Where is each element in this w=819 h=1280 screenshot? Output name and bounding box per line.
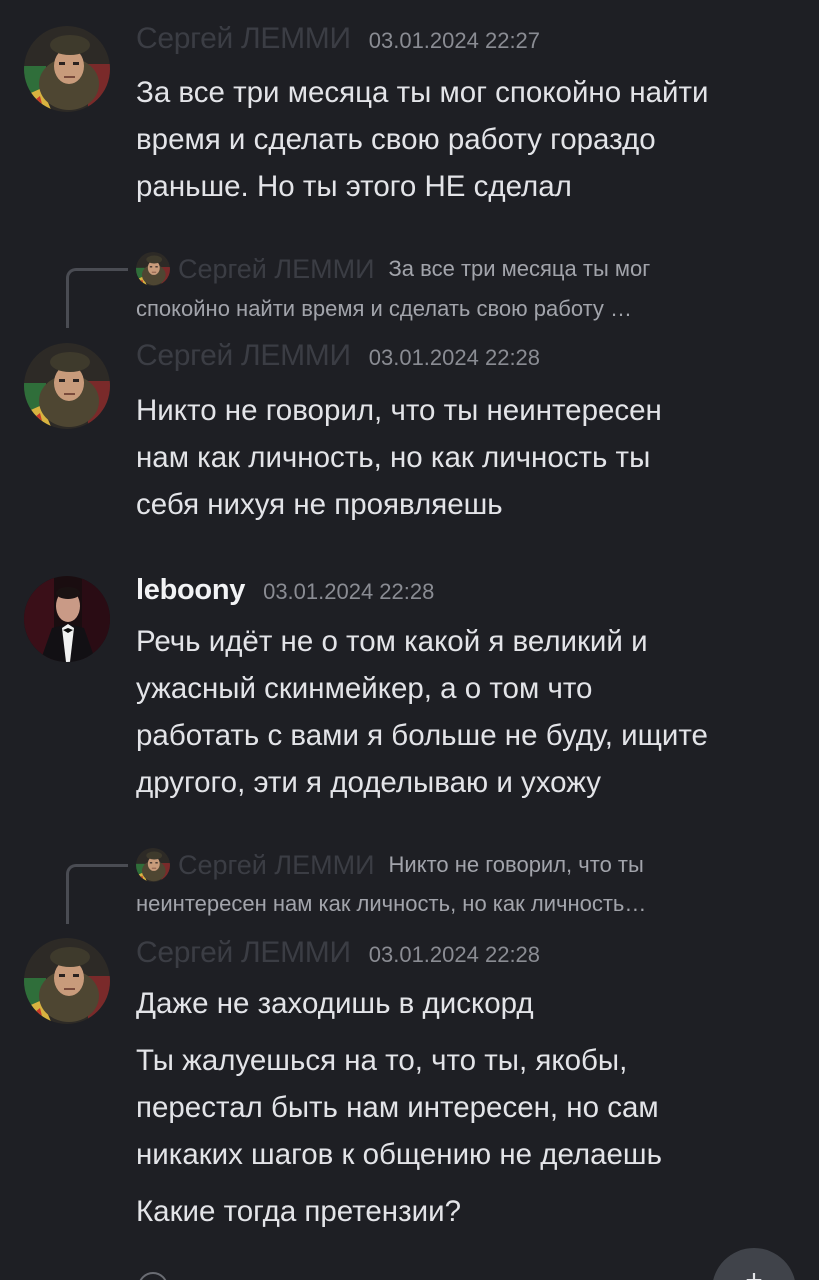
message-body: Какие тогда претензии?: [136, 1188, 806, 1235]
soldier-avatar-icon: [24, 938, 110, 1024]
avatar[interactable]: [24, 26, 110, 112]
message-timestamp: 03.01.2024 22:28: [263, 579, 435, 604]
message-body: Ты жалуешься на то, что ты, якобы, перес…: [136, 1037, 806, 1178]
message-line: За все три месяца ты мог спокойно найти: [136, 76, 709, 109]
soldier-avatar-icon: [136, 252, 170, 286]
reply-connector: [66, 268, 128, 328]
message-line: другого, эти я доделываю и ухожу: [136, 766, 602, 799]
message-line: Какие тогда претензии?: [136, 1195, 461, 1228]
reply-snippet: Никто не говорил, что ты: [388, 852, 644, 877]
reply-author: Сергей ЛЕММИ: [178, 253, 375, 284]
reply-snippet-continued: спокойно найти время и сделать свою рабо…: [136, 296, 633, 321]
message-body: За все три месяца ты мог спокойно найти …: [136, 69, 806, 210]
message-line: Речь идёт не о том какой я великий и: [136, 625, 648, 658]
message-timestamp: 03.01.2024 22:28: [368, 345, 541, 370]
soldier-avatar-icon: [24, 343, 110, 429]
avatar[interactable]: [24, 938, 110, 1024]
plus-icon: +: [745, 1264, 763, 1280]
message-body: Речь идёт не о том какой я великий и ужа…: [136, 618, 806, 806]
message-line: нам как личность, но как личность ты: [136, 441, 651, 474]
reply-snippet: За все три месяца ты мог: [388, 256, 651, 281]
reply-author: Сергей ЛЕММИ: [178, 849, 375, 880]
avatar[interactable]: [24, 576, 110, 662]
reply-connector: [66, 864, 128, 924]
message-body: Никто не говорил, что ты неинтересен нам…: [136, 387, 806, 528]
message-timestamp: 03.01.2024 22:28: [368, 942, 541, 967]
chat-message-list: Сергей ЛЕММИ 03.01.2024 22:27 За все три…: [0, 0, 819, 1280]
message-timestamp: 03.01.2024 22:27: [368, 28, 541, 53]
soldier-avatar-icon: [136, 848, 170, 882]
message-line: раньше. Но ты этого НЕ сделал: [136, 170, 572, 203]
next-message-avatar: [138, 1272, 168, 1280]
message-line: работать с вами я больше не буду, ищите: [136, 719, 708, 752]
soldier-avatar-icon: [24, 26, 110, 112]
message-line: перестал быть нам интересен, но сам: [136, 1091, 659, 1124]
tuxedo-avatar-icon: [24, 576, 110, 662]
message-author[interactable]: Сергей ЛЕММИ: [136, 936, 351, 970]
message-author[interactable]: leboony: [136, 574, 245, 607]
message-line: Ты жалуешься на то, что ты, якобы,: [136, 1044, 628, 1077]
message-line: себя нихуя не проявляешь: [136, 488, 503, 521]
message-line: ужасный скинмейкер, а о том что: [136, 672, 593, 705]
message-line: Никто не говорил, что ты неинтересен: [136, 394, 662, 427]
reply-preview[interactable]: Сергей ЛЕММИ Никто не говорил, что ты не…: [0, 846, 819, 926]
reply-avatar: [136, 848, 170, 882]
reply-snippet-continued: неинтересен нам как личность, но как лич…: [136, 891, 647, 916]
message-author[interactable]: Сергей ЛЕММИ: [136, 339, 351, 373]
message-line: Даже не заходишь в дискорд: [136, 987, 534, 1020]
jump-to-bottom-button[interactable]: +: [712, 1248, 796, 1280]
message-body: Даже не заходишь в дискорд: [136, 980, 806, 1027]
reply-avatar: [136, 252, 170, 286]
reply-preview[interactable]: Сергей ЛЕММИ За все три месяца ты мог сп…: [0, 250, 819, 330]
message-author[interactable]: Сергей ЛЕММИ: [136, 22, 351, 56]
avatar[interactable]: [24, 343, 110, 429]
message-line: никаких шагов к общению не делаешь: [136, 1138, 662, 1171]
message-line: время и сделать свою работу гораздо: [136, 123, 656, 156]
